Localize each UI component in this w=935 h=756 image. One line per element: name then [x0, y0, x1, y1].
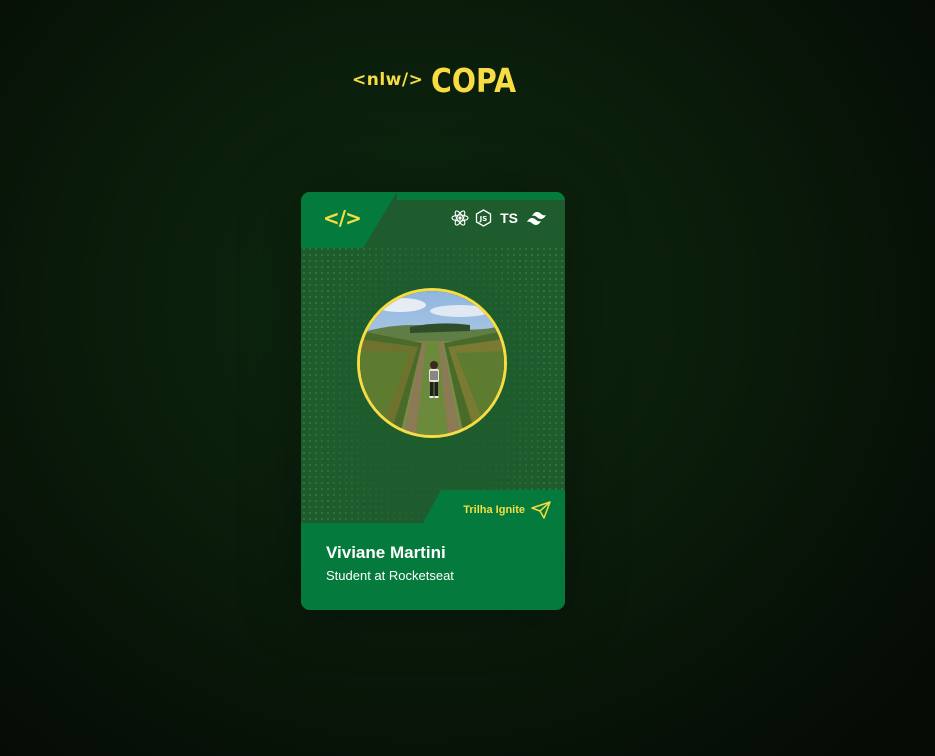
- nlw-logo-text: <nlw/>: [352, 70, 424, 90]
- code-brackets-icon: </>: [323, 206, 362, 230]
- paper-plane-icon: [531, 501, 551, 519]
- profile-name: Viviane Martini: [326, 543, 446, 562]
- typescript-icon: TS: [500, 210, 518, 226]
- track-label: Trilha Ignite: [463, 504, 525, 516]
- nlw-copa-logo: <nlw/> COPA: [352, 62, 517, 98]
- tech-icons: JS TS: [451, 209, 550, 227]
- nodejs-icon: JS: [475, 209, 492, 227]
- copa-logo-text: COPA: [431, 60, 517, 100]
- svg-text:JS: JS: [479, 215, 488, 223]
- profile-role: Student at Rocketseat: [326, 568, 454, 583]
- profile-card: </> JS TS Trilha Ignite Viviane Martini …: [301, 192, 565, 610]
- track-badge: Trilha Ignite: [463, 501, 551, 519]
- vineyard-photo: [360, 291, 504, 435]
- react-icon: [451, 210, 469, 226]
- tailwind-icon: [527, 212, 546, 225]
- avatar: [357, 288, 507, 438]
